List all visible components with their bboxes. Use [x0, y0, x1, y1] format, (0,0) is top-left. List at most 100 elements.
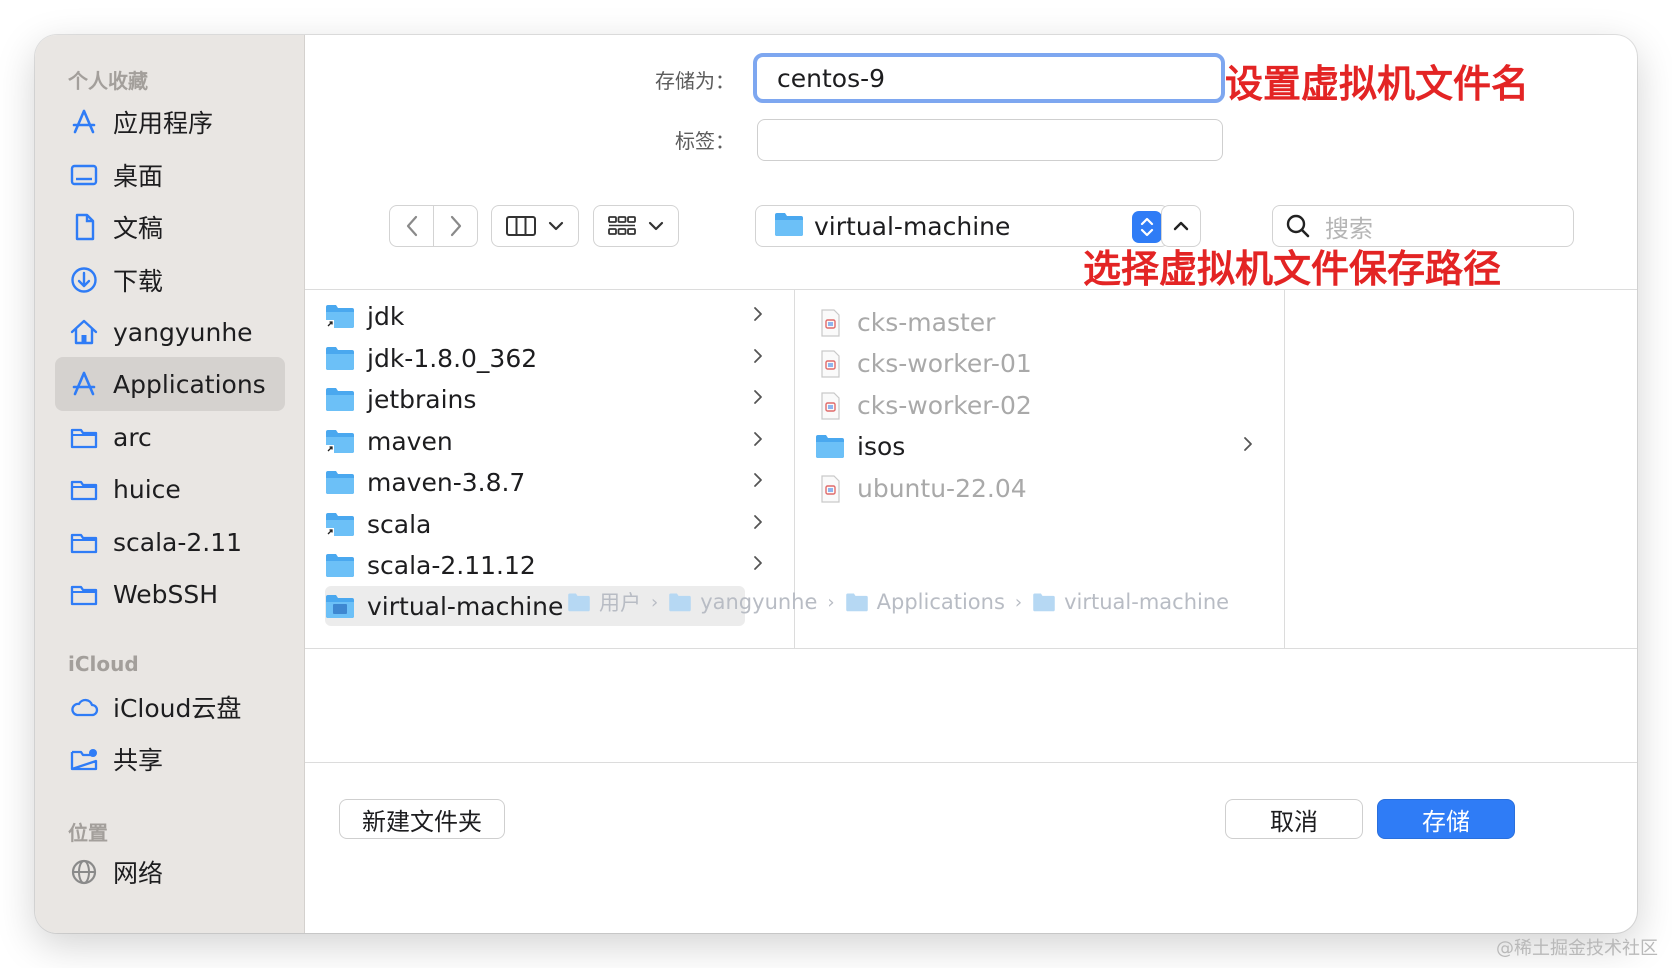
- save-as-input[interactable]: centos-9: [753, 53, 1225, 103]
- list-item[interactable]: cks-worker-02: [815, 385, 1264, 425]
- chevron-down-icon: [648, 221, 664, 231]
- folder-icon: [568, 593, 590, 612]
- chevron-right-icon: [754, 349, 762, 363]
- path-segment[interactable]: virtual-machine: [1032, 590, 1229, 614]
- locations-header: 位置: [68, 821, 108, 845]
- sidebar-item-webssh[interactable]: WebSSH: [55, 567, 285, 621]
- list-item[interactable]: maven: [325, 421, 774, 461]
- folder-icon: [815, 433, 845, 459]
- sidebar-item-home[interactable]: yangyunhe: [55, 305, 285, 359]
- desktop-icon: [67, 158, 101, 192]
- folder-icon: [325, 593, 355, 619]
- tags-label: 标签：: [675, 129, 735, 153]
- sidebar-item-label: 网络: [113, 859, 164, 888]
- location-popup-value: virtual-machine: [814, 211, 1011, 241]
- chevron-right-icon: [754, 515, 762, 529]
- forward-button[interactable]: [433, 205, 478, 247]
- folder-icon: [325, 386, 355, 412]
- apps-icon: [67, 367, 101, 401]
- folder-icon: [67, 420, 101, 454]
- vm-file-icon: [815, 309, 845, 337]
- vm-file-icon: [815, 392, 845, 420]
- columns-view-icon: [506, 216, 536, 236]
- new-folder-button[interactable]: 新建文件夹: [339, 799, 505, 839]
- apps-folder-icon: [845, 593, 868, 612]
- folder-icon: [67, 577, 101, 611]
- sidebar-item-icloud-drive[interactable]: iCloud云盘: [55, 680, 285, 734]
- search-field[interactable]: 搜索: [1272, 205, 1574, 247]
- icloud-header: iCloud: [68, 652, 139, 676]
- list-item[interactable]: jdk: [325, 296, 774, 336]
- footer-divider: [305, 762, 1637, 763]
- sidebar-item-label: Applications: [113, 369, 266, 399]
- main-pane: 存储为： centos-9 设置虚拟机文件名 标签： virtual-machi…: [305, 35, 1637, 933]
- chevron-right-icon: [754, 473, 762, 487]
- path-separator: ›: [827, 591, 835, 613]
- chevron-right-icon: [1244, 437, 1252, 451]
- sidebar-item-network[interactable]: 网络: [55, 845, 285, 899]
- sidebar-item-huice[interactable]: huice: [55, 462, 285, 516]
- sidebar-item-label: 下载: [113, 267, 164, 296]
- folder-icon: [774, 211, 804, 241]
- list-item[interactable]: maven-3.8.7: [325, 462, 774, 502]
- home-icon: [67, 315, 101, 349]
- list-item[interactable]: ubuntu-22.04: [815, 468, 1264, 508]
- sidebar-item-label: yangyunhe: [113, 317, 253, 347]
- folder-icon: [325, 345, 355, 371]
- folder-alias-icon: [325, 511, 355, 537]
- chevron-left-icon: [406, 215, 417, 237]
- save-button[interactable]: 存储: [1377, 799, 1515, 839]
- folder-icon: [1033, 593, 1055, 612]
- folder-alias-icon: [325, 303, 355, 329]
- cloud-icon: [67, 690, 101, 724]
- folder-alias-icon: [325, 428, 355, 454]
- sidebar-item-documents[interactable]: 文稿: [55, 200, 285, 254]
- save-as-label: 存储为：: [655, 69, 735, 93]
- vm-file-icon: [815, 475, 845, 503]
- document-icon: [67, 210, 101, 244]
- list-item[interactable]: cks-worker-01: [815, 343, 1264, 383]
- sidebar-item-arc[interactable]: arc: [55, 410, 285, 464]
- network-icon: [67, 855, 101, 889]
- back-button[interactable]: [389, 205, 434, 247]
- sidebar-item-downloads[interactable]: 下载: [55, 253, 285, 307]
- chevron-right-icon: [754, 390, 762, 404]
- list-item[interactable]: jetbrains: [325, 379, 774, 419]
- sidebar-item-label: arc: [113, 422, 152, 452]
- sidebar-item-label: WebSSH: [113, 579, 219, 609]
- sidebar: 个人收藏 应用程序 桌面 文稿 下载 yangyunhe Application…: [35, 35, 305, 933]
- folder-icon: [325, 469, 355, 495]
- list-item[interactable]: scala: [325, 504, 774, 544]
- path-separator: ›: [1014, 591, 1023, 613]
- sidebar-item-label: 共享: [113, 746, 164, 775]
- sidebar-item-label: iCloud云盘: [113, 694, 242, 723]
- sidebar-item-label: scala-2.11: [113, 527, 243, 557]
- sidebar-item-label: huice: [113, 474, 181, 504]
- path-bar: 用户 › yangyunhe › Applications › virtual-…: [567, 585, 1229, 619]
- tags-input[interactable]: [757, 119, 1223, 161]
- list-item[interactable]: isos: [815, 426, 1264, 466]
- favorites-header: 个人收藏: [68, 69, 148, 93]
- list-item[interactable]: cks-master: [815, 302, 1264, 342]
- path-segment[interactable]: Applications: [845, 590, 1005, 614]
- sidebar-item-applications[interactable]: Applications: [55, 357, 285, 411]
- sidebar-item-desktop[interactable]: 桌面: [55, 148, 285, 202]
- vm-file-icon: [815, 350, 845, 378]
- home-folder-icon: [669, 593, 691, 612]
- group-by-button[interactable]: [593, 205, 679, 247]
- save-as-value: centos-9: [777, 63, 886, 93]
- path-segment[interactable]: 用户: [567, 587, 641, 617]
- view-columns-button[interactable]: [491, 205, 579, 247]
- sidebar-item-shared[interactable]: 共享: [55, 732, 285, 786]
- cancel-button[interactable]: 取消: [1225, 799, 1363, 839]
- search-icon: [1286, 214, 1310, 238]
- sidebar-item-label: 应用程序: [113, 109, 214, 138]
- list-item[interactable]: jdk-1.8.0_362: [325, 338, 774, 378]
- list-item[interactable]: scala-2.11.12: [325, 545, 774, 585]
- sidebar-item-apps[interactable]: 应用程序: [55, 95, 285, 149]
- chevron-right-icon: [450, 215, 461, 237]
- search-placeholder: 搜索: [1325, 214, 1373, 243]
- path-segment[interactable]: yangyunhe: [668, 590, 817, 614]
- sidebar-item-scala[interactable]: scala-2.11: [55, 515, 285, 569]
- chevron-up-icon: [1173, 221, 1189, 231]
